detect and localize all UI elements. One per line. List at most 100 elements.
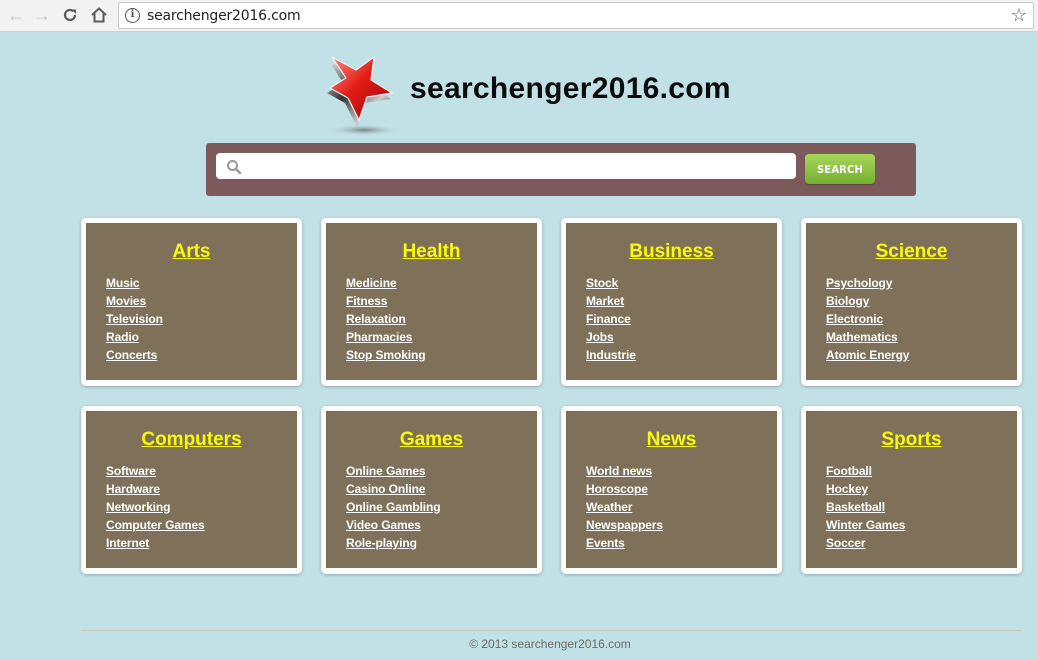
category-link[interactable]: Industrie [586, 348, 636, 362]
category-title-link-games[interactable]: Games [400, 429, 463, 450]
category-link[interactable]: Stock [586, 276, 618, 290]
list-item: Stock [586, 274, 636, 292]
category-link[interactable]: Role-playing [346, 536, 417, 550]
category-link[interactable]: Football [826, 464, 872, 478]
category-card-body: Business Stock Market Finance Jobs Industrie [566, 223, 777, 380]
reload-button[interactable] [58, 4, 82, 26]
category-link[interactable]: Soccer [826, 536, 866, 550]
category-link[interactable]: Video Games [346, 518, 421, 532]
category-card-news: News World news Horoscope Weather Newspapper… [561, 406, 782, 574]
category-card-computers: Computers Software Hardware Networking Compu… [81, 406, 302, 574]
category-link[interactable]: Horoscope [586, 482, 648, 496]
category-link[interactable]: Movies [106, 294, 146, 308]
category-link[interactable]: Finance [586, 312, 631, 326]
list-item: Networking [106, 498, 205, 516]
list-item: Video Games [346, 516, 441, 534]
address-bar[interactable]: i searchenger2016.com ☆ [118, 2, 1034, 29]
list-item: Stop Smoking [346, 346, 426, 364]
category-title-link-news[interactable]: News [647, 429, 697, 450]
category-link-list: Stock Market Finance Jobs Industrie [586, 274, 636, 364]
category-link[interactable]: Psychology [826, 276, 892, 290]
list-item: Electronic [826, 310, 909, 328]
category-link[interactable]: Online Games [346, 464, 426, 478]
category-link[interactable]: Software [106, 464, 156, 478]
list-item: Pharmacies [346, 328, 425, 346]
list-item: Newspappers [586, 516, 663, 534]
category-card-body: Science Psychology Biology Electronic Mathem… [806, 223, 1017, 380]
category-link[interactable]: World news [586, 464, 652, 478]
category-card-body: Sports Football Hockey Basketball Winter Gam… [806, 411, 1017, 568]
category-link[interactable]: Hockey [826, 482, 868, 496]
list-item: Soccer [826, 534, 905, 552]
category-title-link-business[interactable]: Business [629, 241, 713, 262]
category-link[interactable]: Concerts [106, 348, 157, 362]
category-link[interactable]: Electronic [826, 312, 883, 326]
category-title-link-sports[interactable]: Sports [881, 429, 941, 450]
category-link[interactable]: Mathematics [826, 330, 898, 344]
category-link[interactable]: Biology [826, 294, 869, 308]
info-icon[interactable]: i [125, 8, 140, 23]
url-text[interactable]: searchenger2016.com [147, 8, 301, 24]
category-link[interactable]: Pharmacies [346, 330, 412, 344]
list-item: Industrie [586, 346, 636, 364]
list-item: Weather [586, 498, 663, 516]
category-link[interactable]: Weather [586, 500, 633, 514]
list-item: Finance [586, 310, 636, 328]
category-link[interactable]: Winter Games [826, 518, 905, 532]
category-link[interactable]: Casino Online [346, 482, 425, 496]
list-item: Internet [106, 534, 205, 552]
footer-copyright: © 2013 searchenger2016.com [469, 637, 631, 651]
category-title-link-computers[interactable]: Computers [141, 429, 241, 450]
category-link[interactable]: Jobs [586, 330, 614, 344]
category-link[interactable]: Computer Games [106, 518, 205, 532]
forward-button[interactable]: → [30, 4, 54, 26]
category-link-list: Software Hardware Networking Computer Games… [106, 462, 205, 552]
category-title: Science [806, 241, 1017, 263]
category-link[interactable]: Medicine [346, 276, 397, 290]
category-title-link-science[interactable]: Science [876, 241, 948, 262]
list-item: Psychology [826, 274, 909, 292]
category-card-science: Science Psychology Biology Electronic Mathem… [801, 218, 1022, 386]
category-title-link-arts[interactable]: Arts [172, 241, 210, 262]
home-button[interactable] [87, 4, 111, 26]
search-button[interactable]: SEARCH [805, 154, 875, 184]
category-link-list: Medicine Fitness Relaxation Pharmacies Stop … [346, 274, 426, 364]
list-item: Winter Games [826, 516, 905, 534]
category-link-list: Football Hockey Basketball Winter Games Socc… [826, 462, 905, 552]
search-input[interactable] [216, 153, 796, 179]
list-item: Software [106, 462, 205, 480]
list-item: Hardware [106, 480, 205, 498]
category-card-body: Games Online Games Casino Online Online Gam… [326, 411, 537, 568]
list-item: Relaxation [346, 310, 425, 328]
list-item: World news [586, 462, 663, 480]
category-link[interactable]: Networking [106, 500, 170, 514]
category-link[interactable]: Internet [106, 536, 149, 550]
category-link[interactable]: Atomic Energy [826, 348, 909, 362]
list-item: Basketball [826, 498, 905, 516]
category-link[interactable]: Stop Smoking [346, 348, 426, 362]
category-link[interactable]: Events [586, 536, 625, 550]
category-link[interactable]: Relaxation [346, 312, 406, 326]
category-title: Health [326, 241, 537, 263]
category-link[interactable]: Fitness [346, 294, 387, 308]
category-link[interactable]: Music [106, 276, 140, 290]
category-title-link-health[interactable]: Health [402, 241, 460, 262]
list-item: Jobs [586, 328, 636, 346]
bookmark-star-icon[interactable]: ☆ [1011, 5, 1027, 26]
red-star-logo-icon [327, 55, 400, 136]
list-item: Television [106, 310, 163, 328]
category-link[interactable]: Television [106, 312, 163, 326]
category-link[interactable]: Market [586, 294, 624, 308]
category-link[interactable]: Basketball [826, 500, 885, 514]
category-link-list: World news Horoscope Weather Newspappers Eve… [586, 462, 663, 552]
category-link[interactable]: Online Gambling [346, 500, 441, 514]
category-link[interactable]: Hardware [106, 482, 160, 496]
list-item: Market [586, 292, 636, 310]
category-card-body: Computers Software Hardware Networking Compu… [86, 411, 297, 568]
category-link[interactable]: Newspappers [586, 518, 663, 532]
back-button[interactable]: ← [4, 4, 28, 26]
category-card-body: Arts Music Movies Television Radio Concerts [86, 223, 297, 380]
category-link[interactable]: Radio [106, 330, 139, 344]
list-item: Concerts [106, 346, 163, 364]
arrow-right-icon: → [33, 4, 51, 25]
